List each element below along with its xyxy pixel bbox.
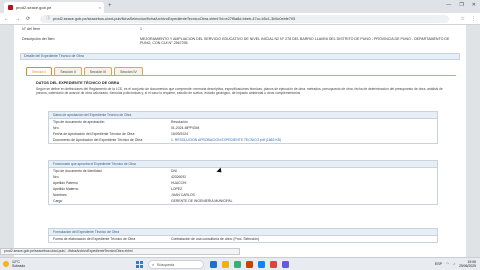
item-description-row: Descripción del Ítem MEJORAMIENTO Y AMPL… (20, 37, 460, 46)
volume-icon[interactable]: ♪ (453, 262, 455, 266)
approval-panel: Datos de aprobación del Expediente Técni… (48, 111, 438, 144)
address-bar: ← → ⟳ ⓘ prod2.seace.gob.pe/seacebus-uiwd… (0, 13, 480, 25)
window-controls: — ❐ ✕ (446, 2, 476, 8)
taskbar: 12°C Soleado ⌕ Búsqueda ESP ◠ ♪ 19:06 29… (0, 257, 480, 270)
taskbar-apps (210, 261, 289, 268)
item-number-label: N° del Ítem (22, 27, 40, 31)
official-role-label: Cargo (53, 199, 63, 203)
approval-document-link[interactable]: 1. RESOLUCION APROBACION EXPEDIENTE TECN… (171, 137, 437, 143)
browser-menu-icon[interactable]: ⋮ (471, 16, 476, 22)
back-icon[interactable]: ← (4, 16, 9, 22)
item-number-row: N° del Ítem 1 (20, 27, 460, 31)
browser-tab-bar: prod2.seace.gob.pe × + — ❐ ✕ (0, 0, 480, 13)
approval-panel-header: Datos de aprobación del Expediente Técni… (49, 112, 437, 119)
minimize-icon[interactable]: — (446, 2, 451, 8)
search-icon: ⌕ (152, 262, 155, 267)
formulation-method-value: Contratación de una consultoría de obra:… (171, 237, 260, 241)
content-sheet: N° del Ítem 1 Descripción del Ítem MEJOR… (14, 25, 466, 257)
wifi-icon[interactable]: ◠ (446, 262, 449, 266)
formulation-method-label: Forma de elaboración del Expediente Técn… (53, 237, 136, 241)
close-tab-icon[interactable]: × (99, 5, 101, 10)
taskbar-app-icon[interactable] (246, 261, 253, 268)
weather-widget[interactable]: 12°C Soleado (3, 260, 25, 268)
weather-text: Soleado (12, 264, 26, 268)
browser-tab[interactable]: prod2.seace.gob.pe × (4, 2, 104, 13)
site-info-icon[interactable]: ⓘ (46, 16, 50, 21)
language-indicator[interactable]: ESP (435, 262, 442, 266)
formulation-panel-header: Formulación del Expediente Técnico de Ob… (49, 229, 437, 236)
taskbar-app-icon[interactable] (222, 261, 229, 268)
expediente-header: Detalle del Expediente Técnico de Obra (20, 53, 460, 60)
taskbar-app-icon[interactable] (282, 261, 289, 268)
taskbar-app-icon[interactable] (270, 261, 277, 268)
new-tab-button[interactable]: + (108, 3, 112, 9)
url-text: prod2.seace.gob.pe/seacebus-uiwd-pub/fic… (53, 16, 296, 21)
clock-date: 29/06/2025 (459, 264, 476, 268)
taskbar-search[interactable]: ⌕ Búsqueda (148, 260, 204, 269)
taskbar-app-icon[interactable] (210, 261, 217, 268)
search-placeholder: Búsqueda (157, 262, 175, 267)
reload-icon[interactable]: ⟳ (26, 16, 30, 22)
section-title: DATOS DEL EXPEDIENTE TÉCNICO DE OBRA (36, 81, 120, 85)
tab-seccion-1[interactable]: Sección I (26, 67, 53, 75)
approval-row: Documento de Aprobación del Expediente T… (49, 137, 437, 143)
bookmark-star-icon[interactable]: ☆ (461, 16, 465, 22)
start-button-icon[interactable] (136, 261, 143, 268)
item-description-value: MEJORAMIENTO Y AMPLIACION DEL SERVICIO E… (140, 37, 450, 46)
page-viewport: N° del Ítem 1 Descripción del Ítem MEJOR… (0, 25, 480, 257)
formulation-panel: Formulación del Expediente Técnico de Ob… (48, 228, 438, 243)
section-tabs: Sección I Sección II Sección III Sección… (26, 67, 143, 75)
item-number-value: 1 (140, 27, 142, 31)
official-role-value: GERENTE DE INGENIERIA MUNICIPAL (171, 199, 233, 203)
link-status-bar: prod2.seace.gob.pe/seacebus-uiwd-pub/...… (0, 248, 240, 255)
approval-document-label: Documento de Aprobación del Expediente T… (53, 138, 143, 142)
tab-seccion-4[interactable]: Sección IV (114, 67, 143, 75)
sun-icon (3, 261, 9, 267)
tabs-divider (26, 75, 456, 76)
system-tray: ESP ◠ ♪ 19:06 29/06/2025 (435, 260, 476, 268)
maximize-icon[interactable]: ❐ (459, 2, 463, 8)
official-panel: Funcionario que aprueba el Expediente Té… (48, 160, 438, 205)
forward-icon[interactable]: → (15, 16, 20, 22)
clock[interactable]: 19:06 29/06/2025 (459, 260, 476, 268)
item-description-label: Descripción del Ítem (22, 37, 55, 41)
tab-title: prod2.seace.gob.pe (16, 5, 52, 10)
site-favicon-icon (8, 5, 13, 10)
tab-seccion-3[interactable]: Sección III (83, 67, 113, 75)
official-row: Cargo GERENTE DE INGENIERIA MUNICIPAL (49, 198, 437, 204)
section-description: Según se define en definiciones del Regl… (36, 87, 443, 96)
taskbar-app-icon[interactable] (258, 261, 265, 268)
official-panel-header: Funcionario que aprueba el Expediente Té… (49, 161, 437, 168)
tab-seccion-2[interactable]: Sección II (54, 67, 82, 75)
close-window-icon[interactable]: ✕ (472, 2, 476, 8)
taskbar-app-icon[interactable] (234, 261, 241, 268)
url-field[interactable]: ⓘ prod2.seace.gob.pe/seacebus-uiwd-pub/f… (40, 14, 449, 23)
formulation-row: Forma de elaboración del Expediente Técn… (49, 236, 437, 242)
